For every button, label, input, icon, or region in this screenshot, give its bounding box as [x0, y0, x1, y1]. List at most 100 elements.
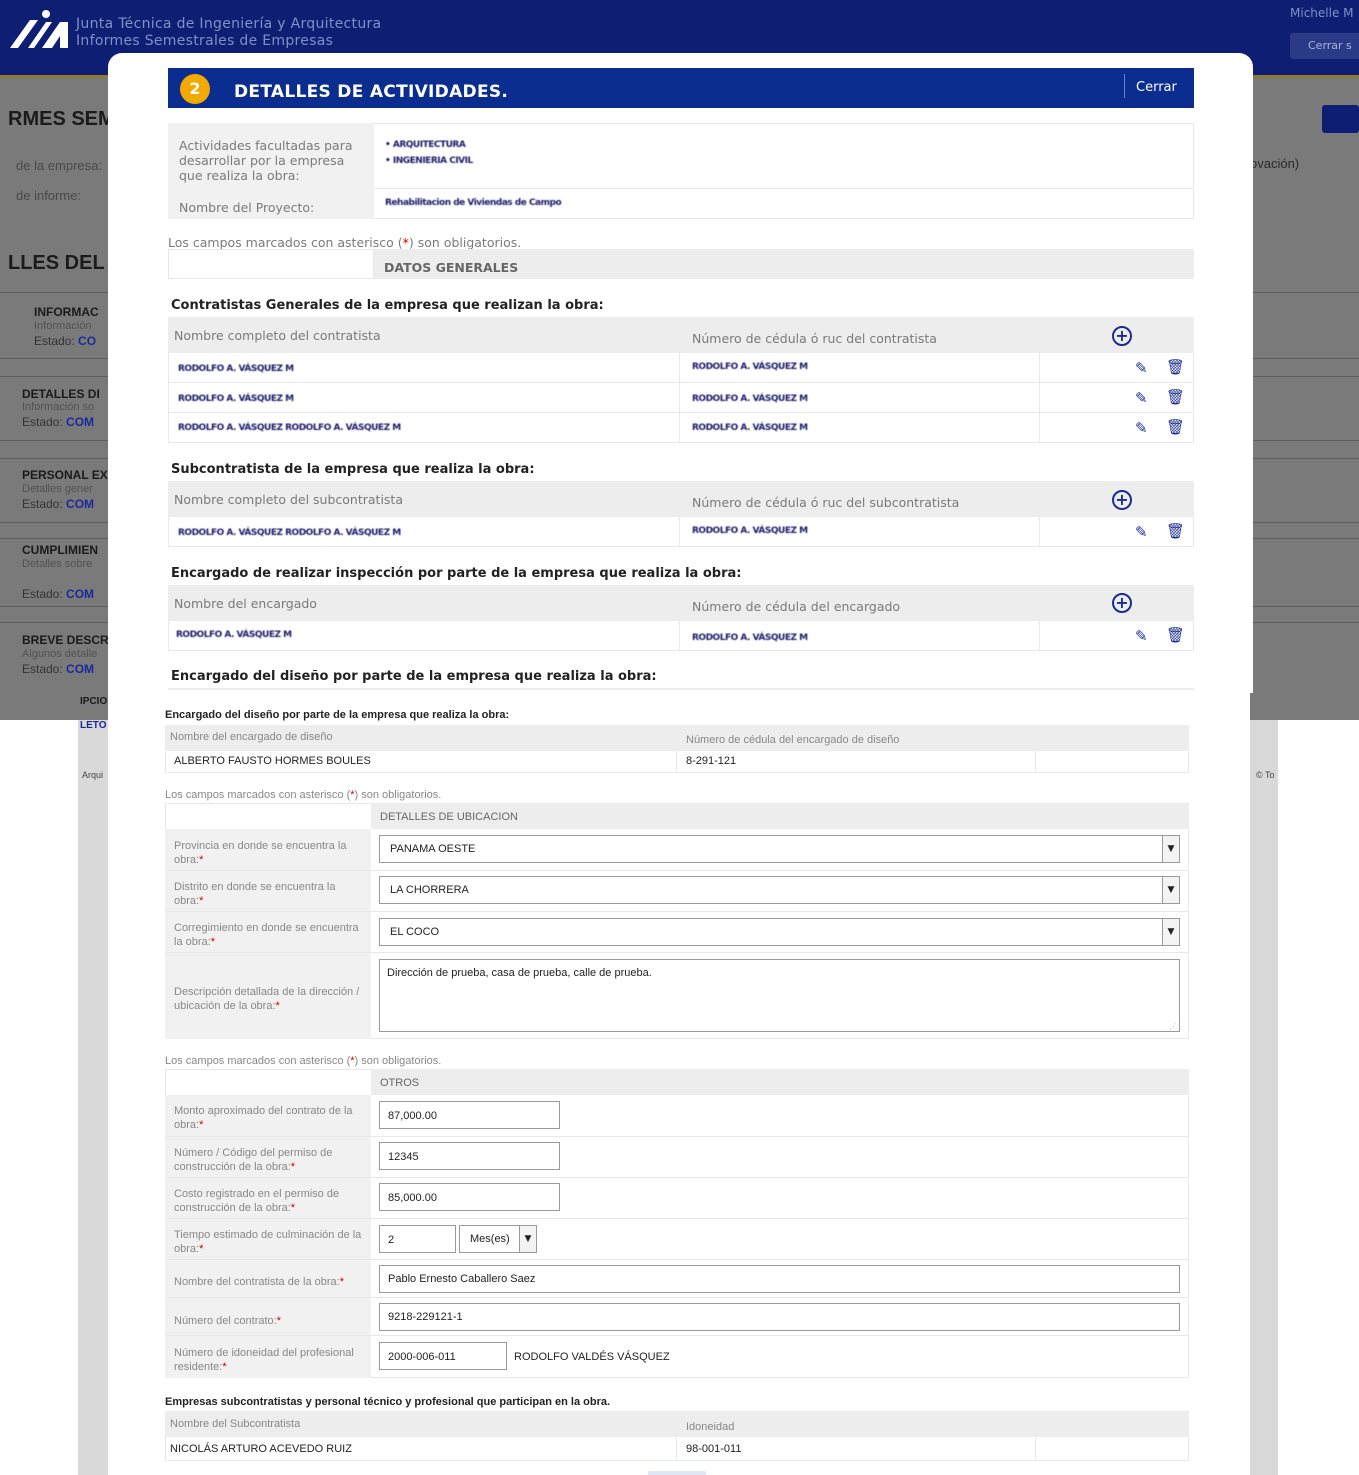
- trash-icon[interactable]: 🗑: [1166, 522, 1185, 540]
- trash-icon[interactable]: 🗑: [1166, 418, 1185, 436]
- add-contractor-button[interactable]: +: [1112, 326, 1132, 346]
- side-item-title[interactable]: DETALLES DI: [22, 387, 100, 401]
- amount-input[interactable]: 87,000.00: [379, 1101, 560, 1129]
- permit-input[interactable]: 12345: [379, 1142, 560, 1170]
- district-select[interactable]: LA CHORRERA ▼: [379, 876, 1180, 904]
- column-divider: [676, 1437, 677, 1461]
- trash-icon[interactable]: 🗑: [1166, 626, 1185, 644]
- column-divider: [676, 751, 677, 773]
- contractor-name: RODOLFO A. VÁSQUEZ M: [178, 364, 294, 374]
- side-item-subtitle: Detalles sobre: [22, 558, 93, 570]
- subcontractors-title: Subcontratista de la empresa que realiza…: [171, 462, 535, 477]
- required-fields-note: Los campos marcados con asterisco (*) so…: [168, 235, 522, 250]
- side-item-status: Estado: COM: [22, 662, 95, 676]
- table-row: [168, 353, 1194, 383]
- report-button[interactable]: [1322, 105, 1359, 133]
- table-row: [168, 621, 1194, 651]
- resident-label: Número de idoneidad del profesional resi…: [174, 1347, 354, 1373]
- time-value: 2: [388, 1234, 395, 1246]
- divider: [165, 1136, 1189, 1137]
- contractor-id: RODOLFO A. VÁSQUEZ M: [692, 423, 808, 433]
- resident-input[interactable]: 2000-006-011: [379, 1342, 507, 1370]
- column-divider: [1035, 751, 1036, 773]
- cost-input[interactable]: 85,000.00: [379, 1183, 560, 1211]
- edit-icon[interactable]: ✎: [1135, 359, 1148, 377]
- designer-id-col: Número de cédula del encargado de diseño: [686, 734, 900, 746]
- header-divider: [1124, 74, 1125, 98]
- divider: [165, 1335, 1189, 1336]
- user-name: Michelle M: [1290, 6, 1354, 20]
- resize-handle-icon[interactable]: ⋰: [1169, 1022, 1177, 1031]
- designer-id: 8-291-121: [686, 755, 737, 767]
- subcontractor-name-col: Nombre completo del subcontratista: [174, 492, 403, 507]
- province-value: PANAMA OESTE: [390, 843, 476, 855]
- column-divider: [1039, 353, 1040, 443]
- contractor-id-col: Número de cédula ó ruc del contratista: [692, 331, 937, 346]
- inspector-id-col: Número de cédula del encargado: [692, 599, 901, 614]
- designer-title: Encargado del diseño por parte de la emp…: [171, 669, 657, 684]
- add-inspector-button[interactable]: +: [1112, 593, 1132, 613]
- permit-label: Número / Código del permiso de construcc…: [174, 1147, 333, 1173]
- side-item-title[interactable]: CUMPLIMIEN: [22, 543, 98, 557]
- column-divider: [679, 621, 680, 651]
- project-name-label: Nombre del Proyecto:: [179, 200, 315, 215]
- column-divider: [1035, 1437, 1036, 1461]
- side-item-subtitle: Algunos detalle: [22, 648, 98, 660]
- column-divider: [679, 353, 680, 443]
- side-item-status: Estado: CO: [34, 334, 97, 348]
- dropdown-arrow-icon: ▼: [1162, 836, 1179, 862]
- report-field-label: de informe:: [16, 188, 82, 203]
- app-subtitle: Informes Semestrales de Empresas: [76, 33, 334, 49]
- address-value: Dirección de prueba, casa de prueba, cal…: [387, 967, 652, 979]
- logout-button[interactable]: Cerrar s: [1290, 33, 1359, 59]
- contractors-title: Contratistas Generales de la empresa que…: [171, 298, 604, 313]
- contract-input[interactable]: 9218-229121-1: [379, 1303, 1180, 1331]
- corregimiento-select[interactable]: EL COCO ▼: [379, 918, 1180, 946]
- designer-name: ALBERTO FAUSTO HORMES BOULES: [174, 755, 371, 767]
- footer-right-text: © To: [1256, 770, 1275, 780]
- side-item-subtitle: Detalles gener: [22, 483, 93, 495]
- edit-icon[interactable]: ✎: [1135, 523, 1148, 541]
- side-item-title[interactable]: INFORMAC: [34, 305, 99, 319]
- permit-value: 12345: [388, 1151, 419, 1163]
- designer-title: Encargado del diseño por parte de la emp…: [165, 709, 510, 721]
- inspector-id: RODOLFO A. VÁSQUEZ M: [692, 633, 808, 643]
- side-item-subtitle: Información so: [22, 401, 95, 413]
- contractor-name-col: Nombre completo del contratista: [174, 328, 381, 343]
- page-gutter-right: [1250, 720, 1278, 1475]
- contractor-name: RODOLFO A. VÁSQUEZ RODOLFO A. VÁSQUEZ M: [178, 423, 401, 433]
- time-input[interactable]: 2: [379, 1225, 456, 1253]
- others-header-band: [371, 1069, 1189, 1095]
- close-button[interactable]: Cerrar: [1136, 80, 1177, 95]
- edit-icon[interactable]: ✎: [1135, 389, 1148, 407]
- bottom-fragment: IPCIO: [80, 696, 108, 707]
- companies-name-col: Nombre del Subcontratista: [170, 1418, 301, 1430]
- activity-value: • ARQUITECTURA: [385, 140, 466, 150]
- bottom-button-edge[interactable]: [648, 1471, 706, 1475]
- edit-icon[interactable]: ✎: [1135, 627, 1148, 645]
- contractor-input[interactable]: Pablo Ernesto Caballero Saez: [379, 1265, 1180, 1293]
- trash-icon[interactable]: 🗑: [1166, 388, 1185, 406]
- step-badge: 2: [180, 74, 210, 104]
- address-label: Descripción detallada de la dirección / …: [174, 986, 360, 1012]
- required-fields-note: Los campos marcados con asterisco (*) so…: [165, 1055, 442, 1067]
- trash-icon[interactable]: 🗑: [1166, 358, 1185, 376]
- time-unit-select[interactable]: Mes(es) ▼: [459, 1225, 537, 1253]
- province-select[interactable]: PANAMA OESTE ▼: [379, 835, 1180, 863]
- address-textarea[interactable]: Dirección de prueba, casa de prueba, cal…: [379, 959, 1180, 1032]
- column-divider: [679, 517, 680, 547]
- side-item-title[interactable]: PERSONAL EX: [22, 468, 108, 482]
- side-item-subtitle: Información: [34, 320, 92, 332]
- activities-label: Actividades facultadas para desarrollar …: [179, 138, 353, 183]
- inspector-title: Encargado de realizar inspección por par…: [171, 566, 742, 581]
- divider: [165, 911, 1189, 912]
- company-id: 98-001-011: [686, 1443, 742, 1455]
- divider: [165, 952, 1189, 953]
- add-subcontractor-button[interactable]: +: [1112, 490, 1132, 510]
- required-fields-note: Los campos marcados con asterisco (*) so…: [165, 789, 442, 801]
- edit-icon[interactable]: ✎: [1135, 419, 1148, 437]
- contractor-id: RODOLFO A. VÁSQUEZ M: [692, 362, 808, 372]
- dropdown-arrow-icon: ▼: [1162, 919, 1179, 945]
- side-item-title[interactable]: BREVE DESCR: [22, 633, 109, 647]
- divider: [374, 188, 1194, 189]
